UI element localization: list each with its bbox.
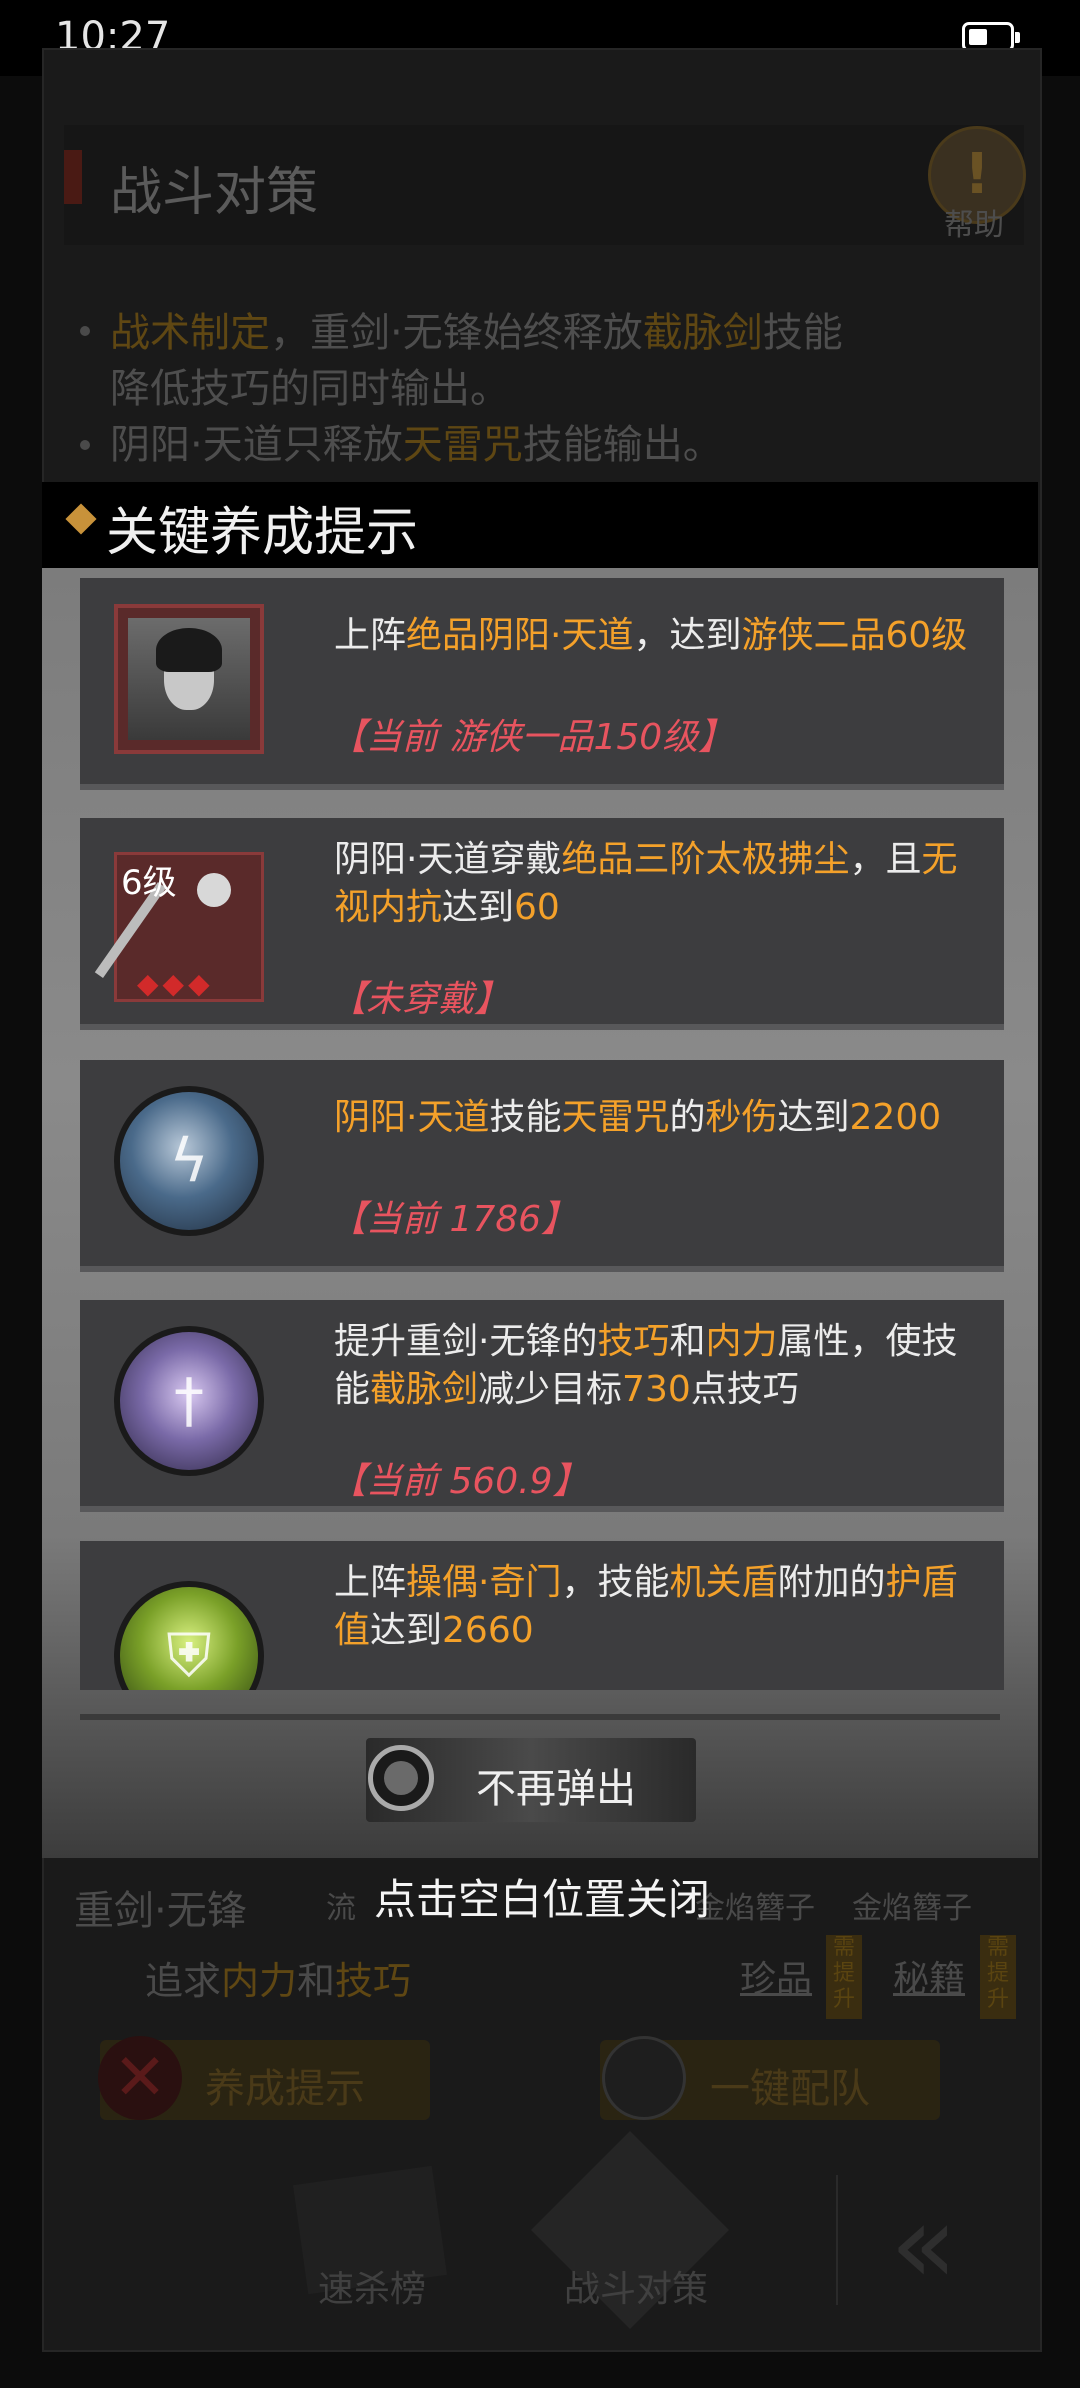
- highlight-text: 60: [514, 887, 560, 928]
- thunder-skill-icon: ϟ: [114, 1086, 264, 1236]
- tab-battle-strategy[interactable]: 战斗对策: [564, 2260, 708, 2312]
- attr-recommendation: 追求内力和技巧: [145, 1950, 411, 2005]
- tip-bullet: [80, 326, 90, 336]
- plain-text: 的: [669, 1097, 706, 1138]
- highlight-text: 绝品阴阳·天道: [406, 615, 634, 656]
- character-portrait-icon: [114, 604, 264, 754]
- highlight-text: 绝品三阶太极拂尘: [561, 839, 850, 880]
- page-title: 战斗对策: [110, 163, 319, 223]
- modal-title: 关键养成提示: [106, 503, 419, 563]
- tip-bullet: [80, 440, 90, 450]
- plain-text: 达到: [370, 1610, 443, 1651]
- tip-status: 【当前 1786】: [330, 1199, 578, 1240]
- tip-line: 阴阳·天道只释放天雷咒技能输出。: [110, 417, 1010, 473]
- back-arrow-icon[interactable]: «: [890, 2180, 957, 2308]
- tip-card[interactable]: ⛨ 上阵操偶·奇门，技能机关盾附加的护盾值达到2660: [80, 1541, 1004, 1690]
- plain-text: 上阵: [334, 1562, 407, 1603]
- header-accent: [64, 150, 82, 204]
- tip-line: 降低技巧的同时输出。: [110, 361, 1010, 417]
- plain-text: 上阵: [334, 615, 407, 656]
- highlight-text: 截脉剑: [370, 1369, 479, 1410]
- highlight-text: 技巧: [335, 1959, 412, 2003]
- highlight-text: 内力: [705, 1321, 778, 1362]
- tab-speed-ranking[interactable]: 速杀榜: [318, 2260, 426, 2312]
- plain-text: 减少目标: [478, 1369, 623, 1410]
- upgrade-tag: 需提升: [980, 1935, 1016, 2019]
- shield-icon: [602, 2036, 686, 2120]
- highlight-text: 2660: [442, 1610, 534, 1651]
- tip-text: 上阵绝品阴阳·天道，达到游侠二品60级: [334, 612, 984, 660]
- plain-text: 和: [297, 1959, 336, 2003]
- tip-card[interactable]: 上阵绝品阴阳·天道，达到游侠二品60级 【当前 游侠一品150级】: [80, 578, 1004, 790]
- tip-text: 提升重剑·无锋的技巧和内力属性，使技能截脉剑减少目标730点技巧: [334, 1318, 984, 1414]
- dont-show-again-label[interactable]: 不再弹出: [476, 1756, 636, 1814]
- equip-slot[interactable]: 流: [326, 1883, 356, 1927]
- radio-dot: [384, 1761, 418, 1795]
- equip-slot[interactable]: 金焰簪子: [695, 1883, 815, 1927]
- highlight-text: 秒伤: [705, 1097, 778, 1138]
- highlight-text: 技巧: [597, 1321, 670, 1362]
- plain-text: ，技能: [561, 1562, 670, 1603]
- plain-text: 提升重剑·无锋的: [334, 1321, 598, 1362]
- treasure-link[interactable]: 珍品: [740, 1950, 812, 2002]
- tip-card[interactable]: ϟ 阴阳·天道技能天雷咒的秒伤达到2200 【当前 1786】: [80, 1060, 1004, 1272]
- close-x-icon: ✕: [98, 2036, 182, 2120]
- highlight-text: 机关盾: [669, 1562, 778, 1603]
- background-tips: 战术制定，重剑·无锋始终释放截脉剑技能 降低技巧的同时输出。 阴阳·天道只释放天…: [110, 305, 1010, 473]
- highlight-text: 天雷咒: [402, 422, 523, 468]
- plain-text: ，且: [849, 839, 922, 880]
- highlight-text: 截脉剑: [642, 310, 763, 356]
- divider: [836, 2175, 838, 2305]
- plain-text: 点技巧: [690, 1369, 799, 1410]
- training-tips-label: 养成提示: [205, 2066, 365, 2112]
- manual-link[interactable]: 秘籍: [893, 1950, 965, 2002]
- tip-status: 【当前 560.9】: [330, 1461, 589, 1502]
- tip-status: 【未穿戴】: [330, 979, 511, 1020]
- auto-team-label: 一键配队: [710, 2066, 870, 2112]
- help-label: 帮助: [944, 208, 1004, 243]
- equip-slot[interactable]: 金焰簪子: [852, 1883, 972, 1927]
- plain-text: 达到: [777, 1097, 850, 1138]
- plain-text: 技能: [762, 310, 843, 356]
- plain-text: 附加的: [777, 1562, 886, 1603]
- tip-card[interactable]: † 提升重剑·无锋的技巧和内力属性，使技能截脉剑减少目标730点技巧 【当前 5…: [80, 1300, 1004, 1512]
- highlight-text: 战术制定: [110, 310, 270, 356]
- plain-text: 技能输出。: [522, 422, 723, 468]
- plain-text: ，达到: [633, 615, 742, 656]
- highlight-text: 操偶·奇门: [406, 1562, 562, 1603]
- sword-skill-icon: †: [114, 1326, 264, 1476]
- plain-text: 达到: [442, 887, 515, 928]
- highlight-text: 游侠二品60级: [741, 615, 968, 656]
- tip-card[interactable]: 6级 ◆◆◆ 阴阳·天道穿戴绝品三阶太极拂尘，且无视内抗达到60 【未穿戴】: [80, 818, 1004, 1030]
- item-level-badge: 6级: [121, 863, 177, 903]
- plain-text: 技能: [489, 1097, 562, 1138]
- shield-skill-icon: ⛨: [114, 1581, 264, 1690]
- highlight-text: 730: [622, 1369, 691, 1410]
- highlight-text: 阴阳·天道: [334, 1097, 490, 1138]
- tip-text: 上阵操偶·奇门，技能机关盾附加的护盾值达到2660: [334, 1559, 984, 1655]
- tip-text: 阴阳·天道穿戴绝品三阶太极拂尘，且无视内抗达到60: [334, 836, 984, 932]
- highlight-text: 内力: [221, 1959, 298, 2003]
- tip-line: 战术制定，重剑·无锋始终释放截脉剑技能: [110, 305, 1010, 361]
- plain-text: 阴阳·天道只释放: [110, 422, 403, 468]
- tip-text: 阴阳·天道技能天雷咒的秒伤达到2200: [334, 1094, 984, 1142]
- plain-text: 阴阳·天道穿戴: [334, 839, 562, 880]
- plain-text: 和: [669, 1321, 706, 1362]
- plain-text: 追求: [145, 1959, 222, 2003]
- tip-status: 【当前 游侠一品150级】: [330, 717, 735, 758]
- plain-text: ，重剑·无锋始终释放: [270, 310, 643, 356]
- member-name: 重剑·无锋: [74, 1888, 247, 1934]
- highlight-text: 2200: [849, 1097, 942, 1138]
- upgrade-tag: 需提升: [826, 1935, 862, 2019]
- plain-text: 降低技巧的同时输出。: [110, 366, 510, 412]
- highlight-text: 天雷咒: [561, 1097, 670, 1138]
- whisk-weapon-icon: 6级 ◆◆◆: [94, 852, 264, 1002]
- close-hint[interactable]: 点击空白位置关闭: [374, 1866, 710, 1927]
- list-scroll-edge: [80, 1714, 1000, 1720]
- tips-list[interactable]: 上阵绝品阴阳·天道，达到游侠二品60级 【当前 游侠一品150级】 6级 ◆◆◆…: [80, 578, 1004, 1690]
